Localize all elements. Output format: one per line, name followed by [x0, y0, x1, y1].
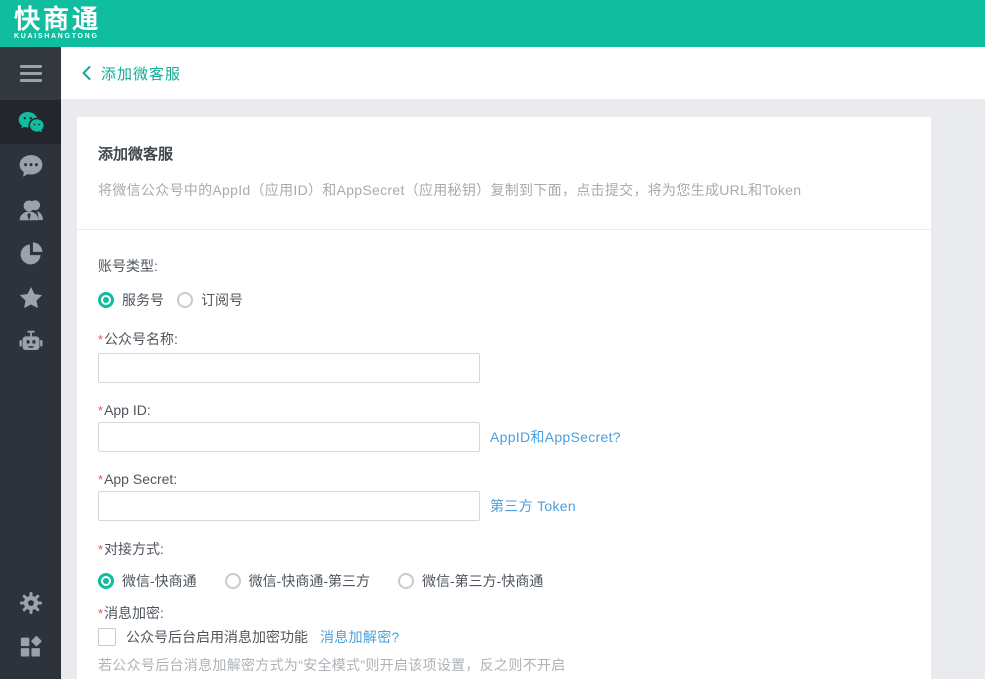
radio-option-wechat-thirdparty-kst[interactable]: 微信-第三方-快商通 [398, 571, 543, 591]
radio-option-subscription-account[interactable]: 订阅号 [177, 290, 243, 310]
top-header: 快商通 KUAISHANGTONG [0, 0, 985, 47]
sidebar-item-wechat[interactable] [0, 100, 61, 144]
brand-logo: 快商通 KUAISHANGTONG [0, 0, 985, 40]
account-type-radio-group: 服务号 订阅号 [98, 290, 907, 310]
users-icon [18, 197, 44, 223]
breadcrumb: 添加微客服 [61, 47, 985, 100]
panel-description: 将微信公众号中的AppId（应用ID）和AppSecret（应用秘钥）复制到下面… [98, 180, 907, 200]
gear-icon [18, 590, 44, 616]
encryption-label: *消息加密: [98, 603, 907, 623]
account-name-label: *公众号名称: [98, 329, 907, 349]
app-id-label: *App ID: [98, 400, 907, 420]
sidebar-item-robot[interactable] [0, 320, 61, 364]
content-area: 添加微客服 将微信公众号中的AppId（应用ID）和AppSecret（应用秘钥… [61, 100, 985, 679]
sidebar-item-favorites[interactable] [0, 276, 61, 320]
account-name-row [98, 353, 907, 383]
encryption-checkbox-label: 公众号后台启用消息加密功能 [126, 627, 308, 647]
hamburger-icon [20, 65, 42, 82]
panel-form: 账号类型: 服务号 订阅号 *公众号名称: *Ap [77, 230, 931, 679]
encryption-checkbox-row: 公众号后台启用消息加密功能 消息加解密? [98, 627, 907, 647]
app-secret-label: *App Secret: [98, 469, 907, 489]
account-name-input[interactable] [98, 353, 480, 383]
radio-checked-icon [98, 573, 114, 589]
app-secret-input[interactable] [98, 491, 480, 521]
app-id-row: AppID和AppSecret? [98, 422, 907, 452]
sidebar-bottom [0, 581, 61, 669]
radio-checked-icon [98, 292, 114, 308]
radio-option-service-account[interactable]: 服务号 [98, 290, 164, 310]
sidebar-item-settings[interactable] [0, 581, 61, 625]
back-button[interactable]: 添加微客服 [82, 63, 181, 84]
sidebar-item-contacts[interactable] [0, 188, 61, 232]
appid-appsecret-help-link[interactable]: AppID和AppSecret? [490, 427, 621, 447]
page-title: 添加微客服 [101, 63, 181, 84]
sidebar [0, 47, 61, 679]
radio-unchecked-icon [398, 573, 414, 589]
radio-unchecked-icon [225, 573, 241, 589]
brand-logo-text: 快商通 [14, 5, 985, 33]
radio-unchecked-icon [177, 292, 193, 308]
brand-logo-subtext: KUAISHANGTONG [14, 33, 985, 40]
app-id-input[interactable] [98, 422, 480, 452]
sidebar-nav [0, 100, 61, 364]
panel-title: 添加微客服 [98, 143, 907, 164]
wechat-icon [18, 109, 44, 135]
radio-option-wechat-kst-thirdparty[interactable]: 微信-快商通-第三方 [225, 571, 370, 591]
sidebar-item-statistics[interactable] [0, 232, 61, 276]
chevron-left-icon [82, 66, 91, 80]
third-party-token-link[interactable]: 第三方 Token [490, 496, 576, 516]
encryption-note: 若公众号后台消息加解密方式为“安全模式”则开启该项设置，反之则不开启 [98, 655, 907, 675]
chat-bubble-icon [18, 153, 44, 179]
encryption-checkbox[interactable] [98, 628, 116, 646]
menu-toggle-button[interactable] [0, 47, 61, 100]
sidebar-item-messages[interactable] [0, 144, 61, 188]
panel-header: 添加微客服 将微信公众号中的AppId（应用ID）和AppSecret（应用秘钥… [77, 117, 931, 230]
add-wechat-service-panel: 添加微客服 将微信公众号中的AppId（应用ID）和AppSecret（应用秘钥… [77, 117, 931, 679]
robot-icon [18, 329, 44, 355]
connect-mode-label: *对接方式: [98, 539, 907, 559]
radio-option-wechat-kst[interactable]: 微信-快商通 [98, 571, 197, 591]
pie-chart-icon [18, 241, 44, 267]
encryption-help-link[interactable]: 消息加解密? [320, 627, 400, 647]
apps-grid-icon [18, 634, 44, 660]
connect-mode-radio-group: 微信-快商通 微信-快商通-第三方 微信-第三方-快商通 [98, 571, 907, 591]
sidebar-item-apps[interactable] [0, 625, 61, 669]
app-secret-row: 第三方 Token [98, 491, 907, 521]
star-icon [18, 285, 44, 311]
account-type-label: 账号类型: [98, 256, 907, 276]
